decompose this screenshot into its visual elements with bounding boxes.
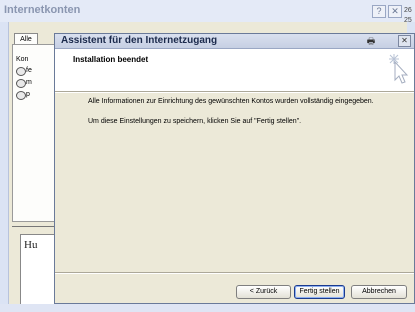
print-icon[interactable]: 🖶 xyxy=(364,36,378,46)
help-button[interactable]: ? xyxy=(372,5,386,18)
finish-wizard-icon xyxy=(389,54,409,84)
list-item-label: m xyxy=(26,79,32,86)
background-window-title: Internetkonten xyxy=(4,4,81,16)
instruction-message: Um diese Einstellungen zu speichern, kli… xyxy=(88,118,302,125)
footer-separator xyxy=(55,272,414,273)
background-close-button[interactable]: ✕ xyxy=(388,5,402,18)
info-message: Alle Informationen zur Einrichtung des g… xyxy=(88,98,374,105)
account-icon xyxy=(16,91,26,100)
header-separator xyxy=(55,91,414,92)
wizard-page-title: Installation beendet xyxy=(73,55,149,64)
account-icon xyxy=(16,67,26,76)
background-bottom-border xyxy=(0,304,415,312)
wizard-title: Assistent für den Internetzugang xyxy=(61,35,218,46)
cancel-button[interactable]: Abbrechen xyxy=(351,285,407,299)
background-document-text: Hu xyxy=(24,239,38,251)
accounts-list-header[interactable]: Kon xyxy=(16,56,28,63)
background-divider xyxy=(12,226,58,227)
wizard-close-button[interactable]: ✕ xyxy=(398,35,411,47)
list-item-label: fe xyxy=(26,67,32,74)
back-button[interactable]: < Zurück xyxy=(236,285,291,299)
account-icon xyxy=(16,79,26,88)
finish-button[interactable]: Fertig stellen xyxy=(294,285,345,299)
list-item-label: p xyxy=(26,91,30,98)
side-number: 26 xyxy=(404,7,412,14)
